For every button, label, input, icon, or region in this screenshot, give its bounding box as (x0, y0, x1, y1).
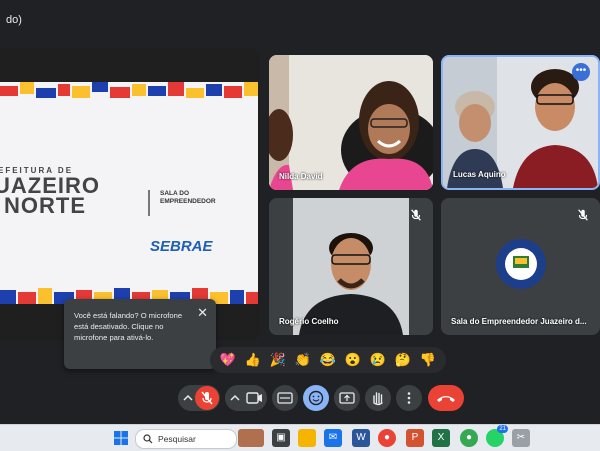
snipping-tool-icon[interactable]: ✂ (512, 429, 530, 447)
sala-line2: EMPREENDEDOR (160, 198, 216, 205)
reaction-thumbs-up[interactable]: 👍 (241, 352, 265, 368)
hangup-icon[interactable] (428, 385, 464, 411)
leave-call-button[interactable] (428, 385, 464, 411)
mail-icon[interactable]: ✉ (324, 429, 342, 447)
mic-muted-tooltip: Você está falando? O microfone está desa… (64, 299, 216, 369)
captions-icon[interactable] (272, 385, 298, 411)
emoji-icon[interactable] (303, 385, 329, 411)
reaction-thinking[interactable]: 🤔 (391, 352, 415, 368)
participant-name: Rogério Coelho (279, 317, 339, 326)
participant-name: Sala do Empreendedor Juazeiro d... (451, 317, 587, 326)
task-view-icon[interactable]: ▣ (272, 429, 290, 447)
reaction-thumbs-down[interactable]: 👎 (416, 352, 440, 368)
reaction-sad[interactable]: 😢 (366, 352, 390, 368)
taskbar-widget-icon[interactable] (238, 429, 264, 447)
slide-top-pattern (0, 82, 258, 98)
camera-control[interactable] (225, 385, 267, 411)
participant-more-button[interactable]: ••• (572, 63, 590, 81)
presentation-slide: EFEITURA DE UAZEIRO NORTE SALA DO EMPREE… (0, 82, 258, 304)
whatsapp-badge: 21 (497, 425, 508, 433)
mic-off-icon[interactable] (178, 385, 220, 411)
participant-name: Nilda David (279, 172, 323, 181)
reaction-party[interactable]: 🎉 (266, 352, 290, 368)
chrome-icon[interactable]: ● (378, 429, 396, 447)
sala-logo: SALA DO EMPREENDEDOR (148, 190, 230, 216)
mic-off-icon (411, 209, 421, 221)
chrome-profile-icon[interactable]: ● (460, 429, 478, 447)
participant-tile-rogerio[interactable]: Rogério Coelho (269, 198, 433, 335)
camera-icon[interactable] (225, 385, 267, 411)
mic-off-icon (578, 209, 588, 221)
sala-line1: SALA DO (160, 190, 190, 197)
search-icon (143, 434, 153, 444)
excel-icon[interactable]: X (432, 429, 450, 447)
reaction-clap[interactable]: 👏 (291, 352, 315, 368)
present-button[interactable] (334, 385, 360, 411)
participant-video (269, 55, 433, 190)
present-icon[interactable] (334, 385, 360, 411)
windows-taskbar: Pesquisar ▣ ✉ W ● P X ● 21 ✂ (0, 424, 600, 451)
more-options-button[interactable] (396, 385, 422, 411)
mic-muted-message: Você está falando? O microfone está desa… (74, 311, 183, 342)
taskbar-search[interactable]: Pesquisar (135, 429, 237, 449)
taskbar-search-placeholder: Pesquisar (158, 434, 196, 444)
slide-city-line2: NORTE (4, 193, 86, 218)
window-titlebar: do) (0, 0, 600, 42)
emoji-button[interactable] (303, 385, 329, 411)
presentation-tile[interactable]: EFEITURA DE UAZEIRO NORTE SALA DO EMPREE… (0, 48, 260, 340)
word-icon[interactable]: W (352, 429, 370, 447)
powerpoint-icon[interactable]: P (406, 429, 424, 447)
more-icon[interactable] (396, 385, 422, 411)
captions-button[interactable] (272, 385, 298, 411)
reaction-laugh[interactable]: 😂 (316, 352, 340, 368)
reaction-surprised[interactable]: 😮 (341, 352, 365, 368)
raise-hand-button[interactable] (365, 385, 391, 411)
file-explorer-icon[interactable] (298, 429, 316, 447)
reaction-heart[interactable]: 💖 (216, 352, 240, 368)
slide-city-name: UAZEIRO NORTE (0, 175, 100, 218)
participant-tile-nilda[interactable]: Nilda David (269, 55, 433, 190)
close-icon[interactable]: ✕ (197, 305, 208, 321)
mic-control[interactable] (178, 385, 220, 411)
participant-tile-sala[interactable]: Sala do Empreendedor Juazeiro d... (441, 198, 600, 335)
reactions-bar: 💖 👍 🎉 👏 😂 😮 😢 🤔 👎 (210, 347, 446, 373)
window-title: do) (6, 14, 22, 26)
raise-hand-icon[interactable] (365, 385, 391, 411)
call-controls (0, 382, 600, 414)
participant-tile-lucas[interactable]: ••• Lucas Aquino (441, 55, 600, 190)
whatsapp-icon[interactable]: 21 (486, 425, 508, 447)
participant-name: Lucas Aquino (453, 170, 506, 179)
windows-start-icon[interactable] (112, 429, 130, 447)
sebrae-logo: SEBRAE (150, 238, 213, 255)
